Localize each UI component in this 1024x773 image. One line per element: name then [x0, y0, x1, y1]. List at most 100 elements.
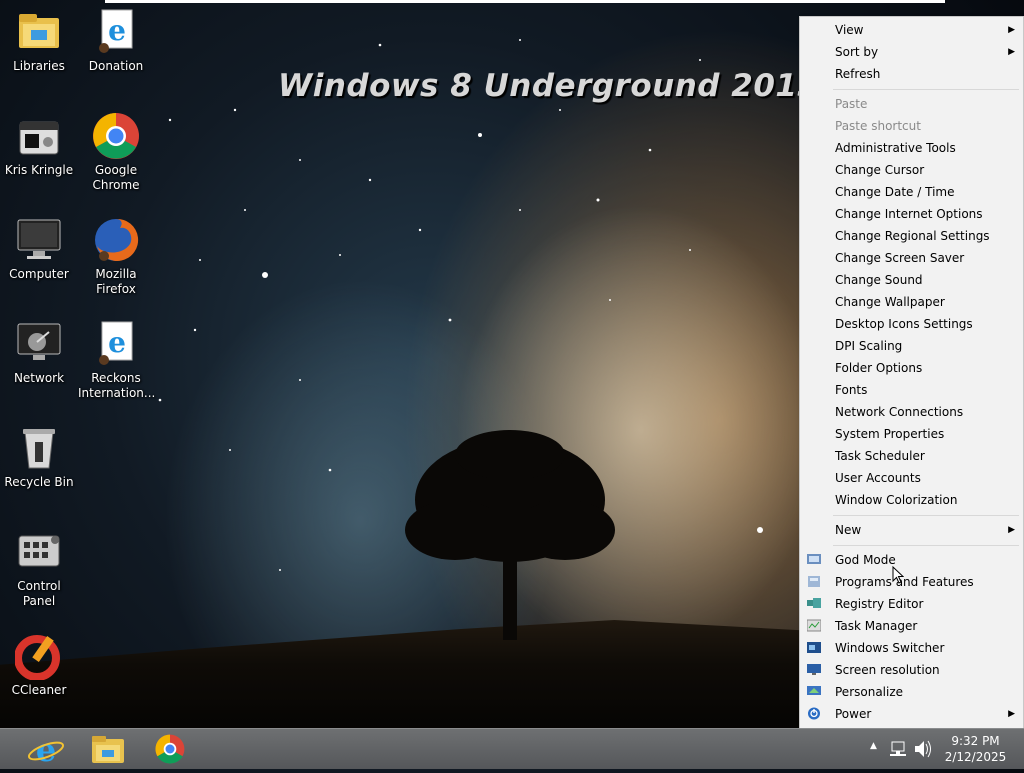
desktop-icon-donation[interactable]: e Donation [78, 8, 154, 74]
programs-features-icon [808, 576, 820, 587]
menu-item-sort-by[interactable]: Sort by ▶ [800, 41, 1023, 63]
menu-item-programs-and-features[interactable]: Programs and Features [800, 571, 1023, 593]
menu-item-change-cursor[interactable]: Change Cursor [800, 159, 1023, 181]
ccleaner-icon [14, 632, 63, 681]
desktop-icon-mozilla-firefox[interactable]: Mozilla Firefox [78, 216, 154, 297]
windows-switcher-icon [807, 642, 821, 653]
internet-explorer-icon: e [92, 8, 140, 56]
chrome-icon [92, 112, 140, 160]
wallpaper-banner: Windows 8 Underground 2013 [278, 68, 820, 104]
menu-item-user-accounts[interactable]: User Accounts [800, 467, 1023, 489]
submenu-arrow-icon: ▶ [1008, 709, 1015, 719]
network-icon [15, 320, 63, 368]
menu-item-change-internet-options[interactable]: Change Internet Options [800, 203, 1023, 225]
tree-silhouette [405, 430, 615, 640]
menu-item-system-properties[interactable]: System Properties [800, 423, 1023, 445]
clock-time: 9:32 PM [951, 734, 1000, 748]
menu-item-power[interactable]: Power ▶ [800, 703, 1023, 725]
control-panel-icon [15, 528, 63, 576]
volume-icon[interactable] [912, 729, 934, 769]
menu-item-god-mode[interactable]: God Mode [800, 549, 1023, 571]
menu-item-paste: Paste [835, 97, 868, 111]
firefox-icon [92, 216, 140, 264]
menu-item-new[interactable]: New ▶ [800, 519, 1023, 541]
registry-editor-icon [807, 598, 821, 608]
desktop-icon-label: Google Chrome [92, 163, 140, 192]
menu-item-fonts[interactable]: Fonts [800, 379, 1023, 401]
menu-item-network-connections[interactable]: Network Connections [800, 401, 1023, 423]
desktop-icon-label: CCleaner [11, 683, 67, 697]
menu-item-desktop-icons-settings[interactable]: Desktop Icons Settings [800, 313, 1023, 335]
menu-item-window-colorization[interactable]: Window Colorization [800, 489, 1023, 511]
menu-item-view[interactable]: View ▶ [800, 19, 1023, 41]
menu-separator [833, 515, 1019, 516]
menu-separator [833, 545, 1019, 546]
svg-text:e: e [108, 14, 126, 47]
desktop-icon-label: Donation [88, 59, 144, 73]
menu-item-change-wallpaper[interactable]: Change Wallpaper [800, 291, 1023, 313]
personalize-icon [807, 686, 821, 695]
recycle-bin-icon [15, 424, 63, 472]
desktop-icon-label: Control Panel [17, 579, 61, 608]
svg-text:e: e [36, 731, 56, 767]
network-tray-icon[interactable] [888, 729, 910, 769]
desktop-icon-libraries[interactable]: Libraries [1, 8, 77, 74]
desktop-icon-label: Recycle Bin [4, 475, 74, 489]
desktop-icon-label: Mozilla Firefox [95, 267, 137, 296]
menu-item-change-date-time[interactable]: Change Date / Time [800, 181, 1023, 203]
desktop-context-menu: View ▶ Sort by ▶ Refresh Paste Paste short… [799, 16, 1024, 730]
menu-item-change-sound[interactable]: Change Sound [800, 269, 1023, 291]
desktop-icon-computer[interactable]: Computer [1, 216, 77, 282]
file-explorer-icon [92, 736, 124, 763]
desktop-icon-reckons[interactable]: e Reckons Internation... [78, 320, 156, 401]
menu-item-windows-switcher[interactable]: Windows Switcher [800, 637, 1023, 659]
taskbar-internet-explorer[interactable]: e [24, 731, 68, 769]
menu-item-paste-shortcut: Paste shortcut [835, 119, 921, 133]
desktop-icon-label: Reckons Internation... [78, 371, 156, 400]
libraries-folder-icon [15, 8, 63, 56]
desktop-icon-kris-kringle[interactable]: Kris Kringle [1, 112, 77, 178]
menu-item-change-screen-saver[interactable]: Change Screen Saver [800, 247, 1023, 269]
desktop-icon-ccleaner[interactable]: CCleaner [1, 632, 77, 698]
media-player-icon [15, 112, 63, 160]
power-icon [808, 707, 820, 720]
desktop-icon-label: Kris Kringle [4, 163, 74, 177]
window-top-strip [105, 0, 945, 3]
submenu-arrow-icon: ▶ [1008, 25, 1015, 35]
menu-separator [833, 89, 1019, 90]
desktop-icon-control-panel[interactable]: Control Panel [1, 528, 77, 609]
menu-item-screen-resolution[interactable]: Screen resolution [800, 659, 1023, 681]
desktop-icon-label: Computer [9, 267, 69, 281]
clock[interactable]: 9:32 PM 2/12/2025 [938, 733, 1013, 773]
menu-item-change-regional-settings[interactable]: Change Regional Settings [800, 225, 1023, 247]
desktop-icon-label: Network [13, 371, 65, 385]
menu-item-registry-editor[interactable]: Registry Editor [800, 593, 1023, 615]
taskbar-chrome[interactable] [148, 731, 192, 767]
desktop-icon-label: Libraries [13, 59, 65, 73]
menu-item-personalize[interactable]: Personalize [800, 681, 1023, 703]
desktop-icon-network[interactable]: Network [1, 320, 77, 386]
desktop-icon-google-chrome[interactable]: Google Chrome [78, 112, 154, 193]
internet-explorer-icon: e [92, 320, 140, 368]
mouse-cursor-icon [892, 566, 904, 584]
menu-item-task-scheduler[interactable]: Task Scheduler [800, 445, 1023, 467]
desktop-icon-recycle-bin[interactable]: Recycle Bin [1, 424, 77, 490]
task-manager-icon [807, 619, 821, 632]
show-hidden-icons-arrow[interactable]: ▲ [866, 729, 882, 769]
submenu-arrow-icon: ▶ [1008, 47, 1015, 57]
menu-item-administrative-tools[interactable]: Administrative Tools [800, 137, 1023, 159]
submenu-arrow-icon: ▶ [1008, 525, 1015, 535]
screen-resolution-icon [807, 664, 821, 675]
god-mode-icon [807, 554, 821, 564]
svg-text:e: e [108, 326, 126, 359]
menu-item-dpi-scaling[interactable]: DPI Scaling [800, 335, 1023, 357]
menu-item-task-manager[interactable]: Task Manager [800, 615, 1023, 637]
taskbar-file-explorer[interactable] [86, 731, 130, 767]
clock-date: 2/12/2025 [944, 750, 1007, 764]
computer-monitor-icon [15, 216, 63, 264]
taskbar: e ▲ 9:32 PM 2/12/2025 [0, 728, 1024, 769]
internet-explorer-icon: e [27, 731, 65, 769]
chrome-icon [155, 734, 185, 764]
menu-item-refresh[interactable]: Refresh [800, 63, 1023, 85]
menu-item-folder-options[interactable]: Folder Options [800, 357, 1023, 379]
